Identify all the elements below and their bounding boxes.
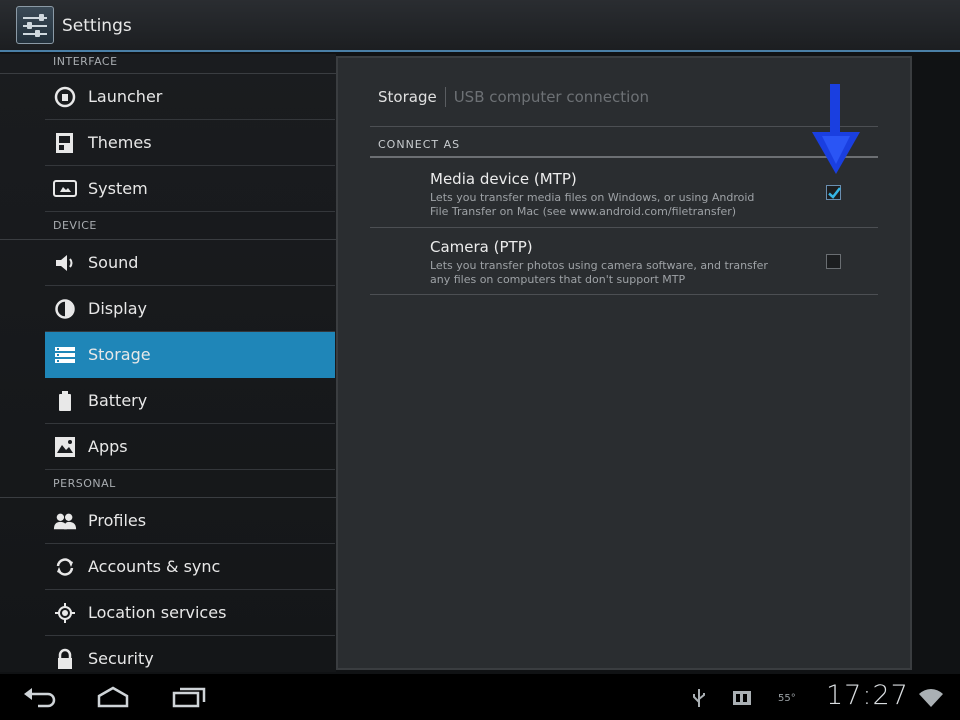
sidebar-item-label: Sound	[88, 253, 139, 272]
home-icon[interactable]	[96, 686, 130, 708]
app-title: Settings	[62, 16, 132, 36]
sidebar-item-label: Apps	[88, 437, 128, 456]
divider	[370, 227, 878, 228]
option-summary: Lets you transfer media files on Windows…	[430, 191, 755, 218]
divider	[370, 126, 878, 127]
option-title: Camera (PTP)	[430, 238, 533, 256]
section-header-device: DEVICE	[0, 212, 336, 240]
sidebar-item-label: Display	[88, 299, 147, 318]
group-header-underline	[370, 156, 878, 158]
breadcrumb-usb-connection: USB computer connection	[453, 88, 650, 106]
wifi-icon	[919, 689, 943, 707]
ptp-checkbox[interactable]	[826, 254, 841, 269]
sidebar-item-label: Storage	[88, 345, 151, 364]
section-header-interface: INTERFACE	[0, 54, 336, 74]
back-icon[interactable]	[22, 688, 56, 708]
launcher-icon	[53, 85, 77, 109]
breadcrumb: Storage USB computer connection	[378, 86, 649, 108]
divider	[370, 294, 878, 295]
status-clock[interactable]: 17:27	[826, 680, 909, 711]
storage-detail-pane: Storage USB computer connection CONNECT …	[336, 56, 912, 670]
sidebar-item-security[interactable]: Security	[45, 636, 335, 672]
action-bar: Settings	[0, 0, 960, 52]
option-camera-ptp[interactable]: Camera (PTP) Lets you transfer photos us…	[430, 238, 810, 287]
sidebar-item-label: Themes	[88, 133, 152, 152]
display-icon	[53, 297, 77, 321]
sidebar-item-launcher[interactable]: Launcher	[45, 74, 335, 120]
option-title: Media device (MTP)	[430, 170, 577, 188]
settings-sidebar: INTERFACE Launcher Themes System DEVICE …	[0, 54, 336, 672]
breadcrumb-storage[interactable]: Storage	[378, 88, 437, 106]
sidebar-item-location-services[interactable]: Location services	[45, 590, 335, 636]
annotation-arrow-icon	[812, 84, 860, 174]
themes-icon	[53, 131, 77, 155]
system-nav-bar: 55° 17:27	[0, 674, 960, 720]
sidebar-item-sound[interactable]: Sound	[45, 240, 335, 286]
sidebar-item-label: Location services	[88, 603, 227, 622]
sd-card-icon	[733, 691, 751, 705]
apps-icon	[53, 435, 77, 459]
mtp-checkbox[interactable]	[826, 185, 841, 200]
lock-icon	[53, 647, 77, 671]
sidebar-item-themes[interactable]: Themes	[45, 120, 335, 166]
sync-icon	[53, 555, 77, 579]
sidebar-item-label: Launcher	[88, 87, 163, 106]
option-media-device[interactable]: Media device (MTP) Lets you transfer med…	[430, 170, 810, 219]
check-icon	[828, 187, 841, 199]
sidebar-item-label: System	[88, 179, 148, 198]
profiles-icon	[53, 509, 77, 533]
sidebar-item-profiles[interactable]: Profiles	[45, 498, 335, 544]
sidebar-item-display[interactable]: Display	[45, 286, 335, 332]
location-icon	[53, 601, 77, 625]
sidebar-item-accounts-sync[interactable]: Accounts & sync	[45, 544, 335, 590]
storage-icon	[53, 343, 77, 367]
battery-icon	[53, 389, 77, 413]
sidebar-item-label: Profiles	[88, 511, 147, 530]
sidebar-item-label: Accounts & sync	[88, 557, 221, 576]
sidebar-item-storage[interactable]: Storage	[45, 332, 335, 378]
option-summary: Lets you transfer photos using camera so…	[430, 259, 768, 286]
sidebar-item-label: Security	[88, 649, 154, 668]
usb-icon	[693, 689, 705, 707]
sound-icon	[53, 251, 77, 275]
sidebar-item-system[interactable]: System	[45, 166, 335, 212]
temperature-status: 55°	[778, 693, 796, 704]
sidebar-item-apps[interactable]: Apps	[45, 424, 335, 470]
sidebar-item-battery[interactable]: Battery	[45, 378, 335, 424]
group-header-connect-as: CONNECT AS	[378, 138, 461, 151]
recent-apps-icon[interactable]	[172, 686, 206, 708]
settings-app-icon[interactable]	[16, 6, 54, 44]
sidebar-item-label: Battery	[88, 391, 148, 410]
system-icon	[53, 177, 77, 201]
section-header-personal: PERSONAL	[0, 470, 336, 498]
breadcrumb-divider	[444, 87, 446, 107]
